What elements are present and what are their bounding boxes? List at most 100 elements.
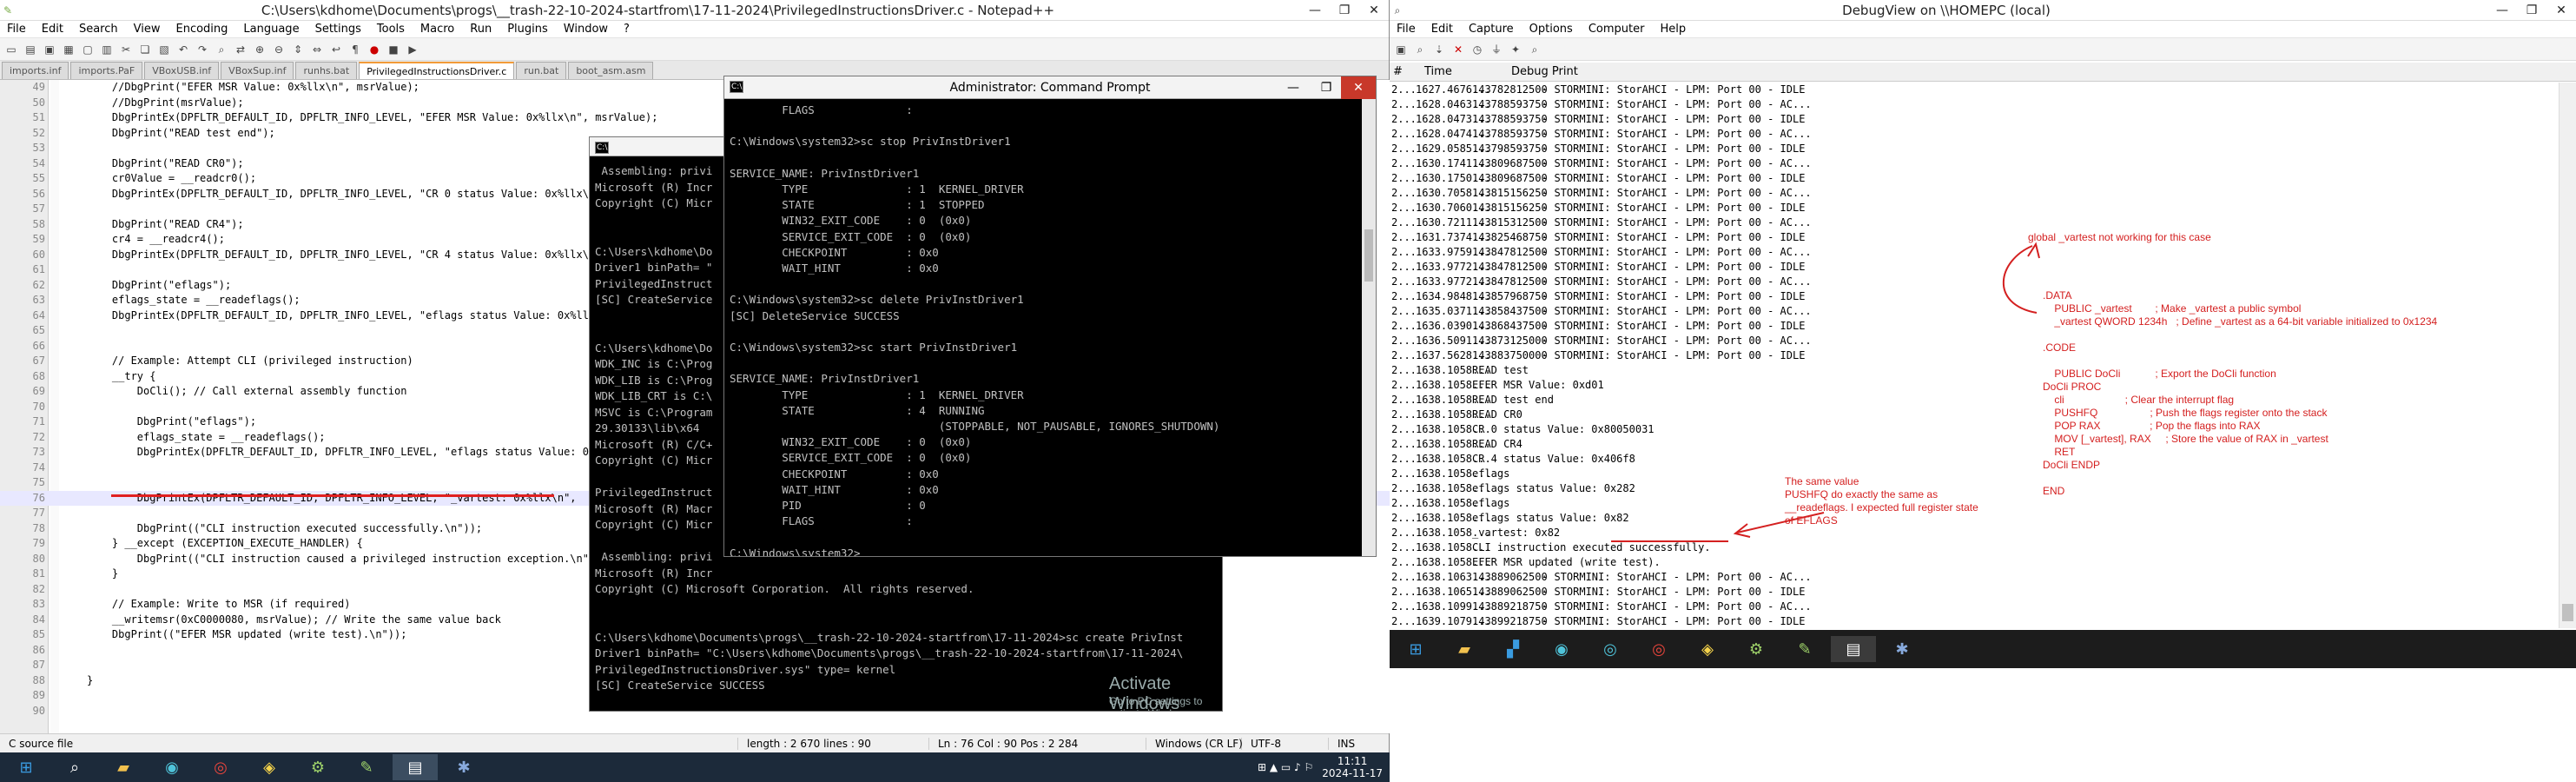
zoom-out-icon[interactable]: ⊖ [271, 42, 287, 57]
chrome-icon[interactable]: ◎ [1636, 636, 1681, 662]
maximize-button[interactable]: ❐ [1330, 0, 1359, 21]
log-row[interactable]: 2... 1630.1741... 143809687500- STORMINI: … [1390, 156, 2559, 171]
log-row[interactable]: 2... 1638.1063... 143889062500- STORMINI: … [1390, 570, 2559, 585]
col-debug-print[interactable]: Debug Print [1511, 65, 1578, 78]
npp-menu-item[interactable]: Run [470, 23, 492, 36]
npp-menu-item[interactable]: Edit [42, 23, 63, 36]
start-icon[interactable]: ⊞ [1393, 636, 1438, 662]
find-icon[interactable]: ⌕ [214, 42, 229, 57]
dbv-minimize-button[interactable]: — [2487, 0, 2517, 21]
save-icon[interactable]: ▣ [42, 42, 57, 57]
cut-icon[interactable]: ✂ [118, 42, 134, 57]
notepad-icon[interactable]: ✎ [344, 754, 389, 780]
time-icon[interactable]: ◷ [1470, 42, 1485, 57]
cmd-icon[interactable]: ▤ [1831, 636, 1876, 662]
bug-icon[interactable]: ✱ [1879, 636, 1925, 662]
log-row[interactable]: 2... 1630.7058... 143815156250- STORMINI: … [1390, 186, 2559, 201]
copy-icon[interactable]: ❏ [137, 42, 153, 57]
npp-menu-item[interactable]: Window [564, 23, 608, 36]
open-file-icon[interactable]: ▤ [23, 42, 38, 57]
npp-tab[interactable]: imports.inf [2, 62, 69, 79]
npp-menu-item[interactable]: View [134, 23, 161, 36]
npp-tab[interactable]: runhs.bat [295, 62, 358, 79]
filter-icon[interactable]: ⏚ [1489, 42, 1504, 57]
find-icon[interactable]: ⌕ [1527, 42, 1542, 57]
replace-icon[interactable]: ⇄ [233, 42, 248, 57]
npp-menu-item[interactable]: Encoding [175, 23, 228, 36]
search-icon[interactable]: ⌕ [52, 754, 97, 780]
dbv-menu-item[interactable]: Options [1529, 23, 1573, 36]
save-all-icon[interactable]: ▦ [61, 42, 76, 57]
files-icon[interactable]: ▰ [1442, 636, 1487, 662]
bug-icon[interactable]: ✱ [441, 754, 486, 780]
dbv-scrollbar[interactable] [2559, 83, 2576, 628]
cmd-minimize-button[interactable]: — [1280, 76, 1306, 99]
paste-icon[interactable]: ▧ [156, 42, 172, 57]
dbv-menu-item[interactable]: Help [1660, 23, 1686, 36]
python-icon[interactable]: ◈ [1685, 636, 1730, 662]
start-icon[interactable]: ⊞ [3, 754, 49, 780]
npp-tab[interactable]: run.bat [516, 62, 567, 79]
npp-tab[interactable]: imports.PaF [70, 62, 143, 79]
sync-v-icon[interactable]: ⇕ [290, 42, 306, 57]
npp-tab[interactable]: VBoxUSB.inf [144, 62, 220, 79]
npp-menu-item[interactable]: Plugins [507, 23, 548, 36]
macro-stop-icon[interactable]: ■ [386, 42, 401, 57]
log-row[interactable]: 2... 1627.4676... 143782812500- STORMINI: … [1390, 83, 2559, 97]
log-row[interactable]: 2... 1638.1065... 143889062500- STORMINI: … [1390, 585, 2559, 600]
browser-icon[interactable]: ◎ [1588, 636, 1633, 662]
save-icon[interactable]: ▣ [1393, 42, 1409, 57]
cmd-window-front[interactable]: C:\ Administrator: Command Prompt — ❐ ✕ … [723, 76, 1377, 557]
cmd-close-button[interactable]: ✕ [1341, 76, 1376, 99]
cmd-icon[interactable]: ▤ [393, 754, 438, 780]
dbv-menu-item[interactable]: File [1397, 23, 1416, 36]
cmd-maximize-button[interactable]: ❐ [1313, 76, 1339, 99]
close-file-icon[interactable]: ▢ [80, 42, 96, 57]
files-icon[interactable]: ▰ [101, 754, 146, 780]
log-row[interactable]: 2... 1630.1750... 143809687500- STORMINI: … [1390, 171, 2559, 186]
undo-icon[interactable]: ↶ [175, 42, 191, 57]
log-row[interactable]: 2... 1630.7060... 143815156250- STORMINI: … [1390, 201, 2559, 215]
npp-menu-item[interactable]: Settings [315, 23, 361, 36]
log-row[interactable]: 2... 1631.7374... 143825468750- STORMINI: … [1390, 230, 2559, 245]
log-row[interactable]: 2... 1633.9772... 143847812500- STORMINI: … [1390, 260, 2559, 275]
log-row[interactable]: 2... 1633.9772... 143847812500- STORMINI: … [1390, 275, 2559, 289]
dbv-maximize-button[interactable]: ❐ [2517, 0, 2546, 21]
log-row[interactable]: 2... 1628.0473... 143788593750- STORMINI: … [1390, 112, 2559, 127]
log-row[interactable]: 2... 1638.1099... 143889218750- STORMINI: … [1390, 600, 2559, 614]
highlight-icon[interactable]: ✦ [1508, 42, 1523, 57]
log-row[interactable]: 2... 1638.1058... EFER MSR updated (write … [1390, 555, 2559, 570]
minimize-button[interactable]: — [1300, 0, 1330, 21]
network-icon[interactable]: ⚙ [295, 754, 340, 780]
col-time[interactable]: Time [1424, 65, 1452, 78]
cmd-scrollbar[interactable] [1362, 99, 1376, 556]
sync-h-icon[interactable]: ⇔ [309, 42, 325, 57]
capture-icon[interactable]: ⌕ [1412, 42, 1428, 57]
clear-icon[interactable]: ✕ [1450, 42, 1466, 57]
dbv-close-button[interactable]: ✕ [2546, 0, 2576, 21]
tray-icons[interactable]: ⊞ ▲ ▭ ♪ ⚐ [1258, 761, 1313, 773]
chrome-icon[interactable]: ◎ [198, 754, 243, 780]
npp-tab[interactable]: VBoxSup.inf [221, 62, 294, 79]
npp-menu-item[interactable]: File [7, 23, 26, 36]
npp-menu-item[interactable]: ? [624, 23, 630, 36]
dbv-menu-item[interactable]: Computer [1589, 23, 1645, 36]
log-row[interactable]: 2... 1638.1058... _vartest: 0x82 [1390, 526, 2559, 540]
indent-guide-icon[interactable]: ¶ [347, 42, 363, 57]
zoom-in-icon[interactable]: ⊕ [252, 42, 268, 57]
npp-tab[interactable]: PrivilegedInstructionsDriver.c [359, 62, 515, 79]
npp-menu-item[interactable]: Tools [377, 23, 405, 36]
col-num[interactable]: # [1393, 65, 1403, 78]
log-row[interactable]: 2... 1630.7211... 143815312500- STORMINI: … [1390, 215, 2559, 230]
macro-play-icon[interactable]: ▶ [405, 42, 420, 57]
edge-icon[interactable]: ◉ [149, 754, 195, 780]
dbv-menu-item[interactable]: Edit [1431, 23, 1453, 36]
log-row[interactable]: 2... 1629.0585... 143798593750- STORMINI: … [1390, 142, 2559, 156]
log-row[interactable]: 2... 1639.1079... 143899218750- STORMINI: … [1390, 614, 2559, 628]
notepad-icon[interactable]: ✎ [1782, 636, 1827, 662]
close-button[interactable]: ✕ [1359, 0, 1389, 21]
network-icon[interactable]: ⚙ [1734, 636, 1779, 662]
npp-menu-item[interactable]: Macro [420, 23, 454, 36]
wrap-icon[interactable]: ↩ [328, 42, 344, 57]
new-file-icon[interactable]: ▭ [3, 42, 19, 57]
